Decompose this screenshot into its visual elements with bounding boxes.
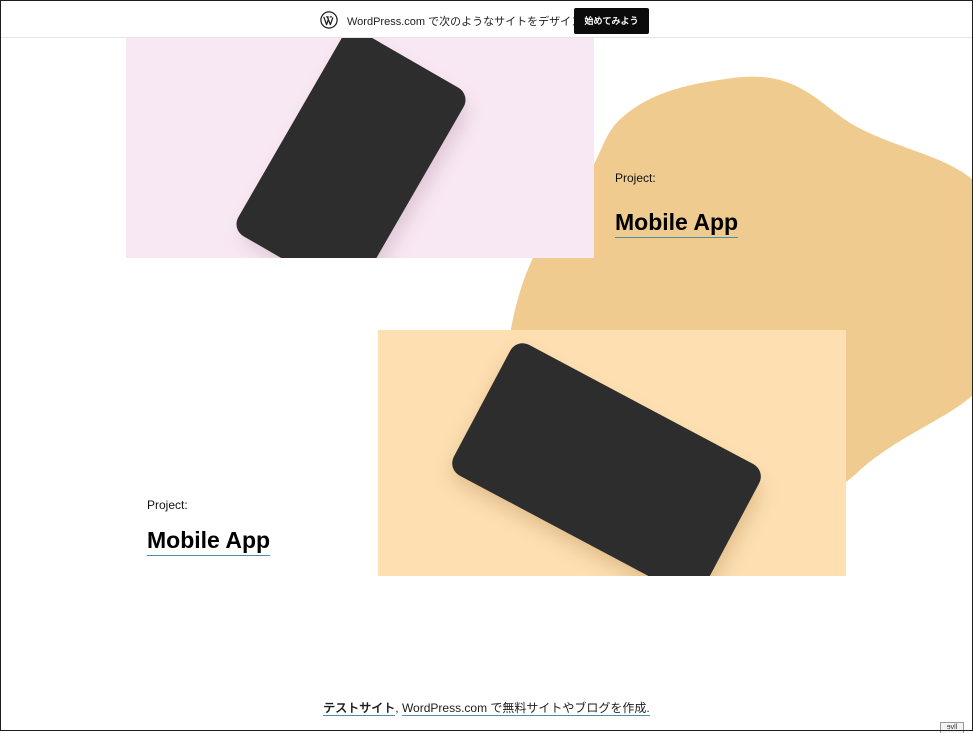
wordpress-logo-icon[interactable] xyxy=(320,11,338,29)
project-image-phone-peach[interactable] xyxy=(378,330,846,576)
site-footer: テストサイト, WordPress.com で無料サイトやブログを作成. xyxy=(0,699,973,716)
project-label: Project: xyxy=(615,171,656,185)
banner-text: WordPress.com で次のようなサイトをデザイン xyxy=(347,16,583,28)
project-label: Project: xyxy=(147,498,188,512)
site-name-link[interactable]: テストサイト xyxy=(323,701,396,716)
get-started-button[interactable]: 始めてみよう xyxy=(574,8,649,34)
project-title-link[interactable]: Mobile App xyxy=(615,209,739,238)
wordpress-promo-banner: WordPress.com で次のようなサイトをデザイン 始めてみよう xyxy=(1,1,972,38)
phone-illustration xyxy=(452,343,761,576)
footer-separator: , xyxy=(395,701,399,715)
project-title-link[interactable]: Mobile App xyxy=(147,527,271,556)
corner-widget[interactable]: ɘvll xyxy=(940,722,964,733)
project-image-phone-pink[interactable] xyxy=(126,37,594,258)
wordpress-credit-link[interactable]: WordPress.com で無料サイトやブログを作成. xyxy=(401,701,650,716)
phone-illustration xyxy=(236,37,468,258)
